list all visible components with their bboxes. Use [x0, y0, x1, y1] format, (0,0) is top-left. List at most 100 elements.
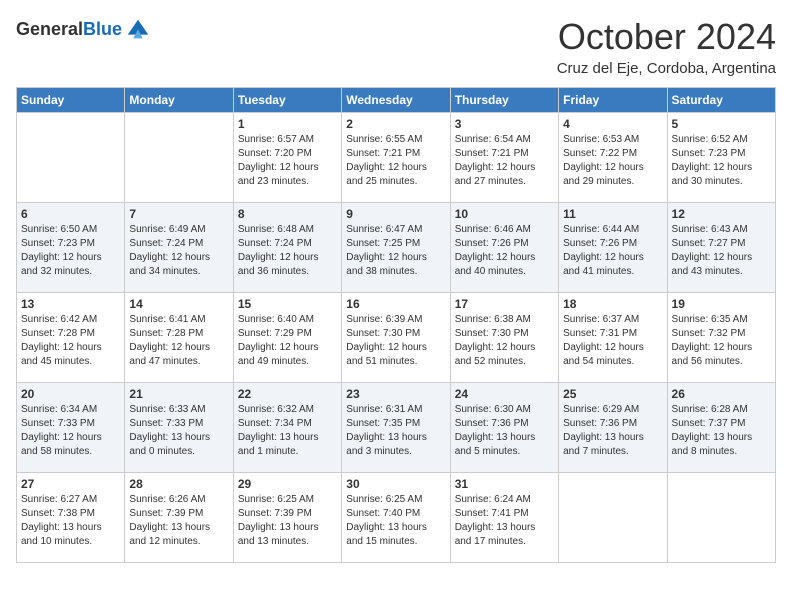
day-cell: 9 Sunrise: 6:47 AMSunset: 7:25 PMDaylight…: [342, 203, 450, 293]
day-info: Sunrise: 6:24 AMSunset: 7:41 PMDaylight:…: [455, 493, 554, 549]
day-cell: 21 Sunrise: 6:33 AMSunset: 7:33 PMDayligh…: [125, 383, 233, 473]
day-cell: [667, 473, 775, 563]
day-info: Sunrise: 6:35 AMSunset: 7:32 PMDaylight:…: [672, 313, 771, 369]
day-cell: 8 Sunrise: 6:48 AMSunset: 7:24 PMDaylight…: [233, 203, 341, 293]
day-number: 3: [455, 117, 554, 131]
day-info: Sunrise: 6:50 AMSunset: 7:23 PMDaylight:…: [21, 223, 120, 279]
day-number: 16: [346, 297, 445, 311]
day-info: Sunrise: 6:53 AMSunset: 7:22 PMDaylight:…: [563, 133, 662, 189]
day-number: 28: [129, 477, 228, 491]
day-cell: 22 Sunrise: 6:32 AMSunset: 7:34 PMDayligh…: [233, 383, 341, 473]
day-cell: 16 Sunrise: 6:39 AMSunset: 7:30 PMDayligh…: [342, 293, 450, 383]
day-number: 1: [238, 117, 337, 131]
day-cell: 7 Sunrise: 6:49 AMSunset: 7:24 PMDaylight…: [125, 203, 233, 293]
day-cell: 15Sunrise: 6:40 AMSunset: 7:29 PMDayligh…: [233, 293, 341, 383]
day-info: Sunrise: 6:48 AMSunset: 7:24 PMDaylight:…: [238, 223, 337, 279]
title-block: October 2024 Cruz del Eje, Cordoba, Arge…: [557, 16, 776, 77]
day-info: Sunrise: 6:27 AMSunset: 7:38 PMDaylight:…: [21, 493, 120, 549]
day-cell: 27Sunrise: 6:27 AMSunset: 7:38 PMDayligh…: [17, 473, 125, 563]
week-row-3: 13 Sunrise: 6:42 AMSunset: 7:28 PMDayligh…: [17, 293, 776, 383]
day-number: 25: [563, 387, 662, 401]
day-cell: 26Sunrise: 6:28 AMSunset: 7:37 PMDayligh…: [667, 383, 775, 473]
day-info: Sunrise: 6:42 AMSunset: 7:28 PMDaylight:…: [21, 313, 120, 369]
day-number: 18: [563, 297, 662, 311]
day-cell: 29 Sunrise: 6:25 AMSunset: 7:39 PMDayligh…: [233, 473, 341, 563]
logo-icon: [124, 16, 152, 44]
day-number: 4: [563, 117, 662, 131]
day-number: 5: [672, 117, 771, 131]
day-number: 6: [21, 207, 120, 221]
calendar-container: GeneralBlue October 2024 Cruz del Eje, C…: [0, 0, 792, 573]
day-cell: 28 Sunrise: 6:26 AMSunset: 7:39 PMDayligh…: [125, 473, 233, 563]
day-info: Sunrise: 6:31 AMSunset: 7:35 PMDaylight:…: [346, 403, 445, 459]
day-info: Sunrise: 6:32 AMSunset: 7:34 PMDaylight:…: [238, 403, 337, 459]
calendar-table: SundayMondayTuesdayWednesdayThursdayFrid…: [16, 87, 776, 563]
day-info: Sunrise: 6:26 AMSunset: 7:39 PMDaylight:…: [129, 493, 228, 549]
day-info: Sunrise: 6:52 AMSunset: 7:23 PMDaylight:…: [672, 133, 771, 189]
day-cell: 5 Sunrise: 6:52 AMSunset: 7:23 PMDaylight…: [667, 113, 775, 203]
week-row-5: 27Sunrise: 6:27 AMSunset: 7:38 PMDayligh…: [17, 473, 776, 563]
week-row-1: 1 Sunrise: 6:57 AMSunset: 7:20 PMDaylight…: [17, 113, 776, 203]
day-info: Sunrise: 6:38 AMSunset: 7:30 PMDaylight:…: [455, 313, 554, 369]
day-info: Sunrise: 6:33 AMSunset: 7:33 PMDaylight:…: [129, 403, 228, 459]
day-number: 13: [21, 297, 120, 311]
day-cell: 12 Sunrise: 6:43 AMSunset: 7:27 PMDayligh…: [667, 203, 775, 293]
day-cell: 24Sunrise: 6:30 AMSunset: 7:36 PMDayligh…: [450, 383, 558, 473]
day-cell: 11Sunrise: 6:44 AMSunset: 7:26 PMDayligh…: [559, 203, 667, 293]
day-info: Sunrise: 6:57 AMSunset: 7:20 PMDaylight:…: [238, 133, 337, 189]
day-cell: 25 Sunrise: 6:29 AMSunset: 7:36 PMDayligh…: [559, 383, 667, 473]
day-info: Sunrise: 6:49 AMSunset: 7:24 PMDaylight:…: [129, 223, 228, 279]
col-header-wednesday: Wednesday: [342, 88, 450, 113]
col-header-thursday: Thursday: [450, 88, 558, 113]
day-info: Sunrise: 6:54 AMSunset: 7:21 PMDaylight:…: [455, 133, 554, 189]
day-info: Sunrise: 6:43 AMSunset: 7:27 PMDaylight:…: [672, 223, 771, 279]
day-cell: 31 Sunrise: 6:24 AMSunset: 7:41 PMDayligh…: [450, 473, 558, 563]
month-title: October 2024: [557, 16, 776, 58]
day-info: Sunrise: 6:39 AMSunset: 7:30 PMDaylight:…: [346, 313, 445, 369]
day-info: Sunrise: 6:55 AMSunset: 7:21 PMDaylight:…: [346, 133, 445, 189]
col-header-saturday: Saturday: [667, 88, 775, 113]
day-number: 17: [455, 297, 554, 311]
day-number: 31: [455, 477, 554, 491]
day-cell: 20Sunrise: 6:34 AMSunset: 7:33 PMDayligh…: [17, 383, 125, 473]
day-cell: [559, 473, 667, 563]
col-header-friday: Friday: [559, 88, 667, 113]
logo: GeneralBlue: [16, 16, 152, 44]
day-number: 21: [129, 387, 228, 401]
day-info: Sunrise: 6:37 AMSunset: 7:31 PMDaylight:…: [563, 313, 662, 369]
day-number: 10: [455, 207, 554, 221]
col-header-monday: Monday: [125, 88, 233, 113]
day-number: 7: [129, 207, 228, 221]
header-row: SundayMondayTuesdayWednesdayThursdayFrid…: [17, 88, 776, 113]
col-header-sunday: Sunday: [17, 88, 125, 113]
day-info: Sunrise: 6:25 AMSunset: 7:40 PMDaylight:…: [346, 493, 445, 549]
day-info: Sunrise: 6:29 AMSunset: 7:36 PMDaylight:…: [563, 403, 662, 459]
day-cell: [17, 113, 125, 203]
day-number: 8: [238, 207, 337, 221]
day-number: 12: [672, 207, 771, 221]
day-cell: 13 Sunrise: 6:42 AMSunset: 7:28 PMDayligh…: [17, 293, 125, 383]
week-row-4: 20Sunrise: 6:34 AMSunset: 7:33 PMDayligh…: [17, 383, 776, 473]
day-number: 26: [672, 387, 771, 401]
day-info: Sunrise: 6:25 AMSunset: 7:39 PMDaylight:…: [238, 493, 337, 549]
location-title: Cruz del Eje, Cordoba, Argentina: [557, 60, 776, 77]
day-number: 2: [346, 117, 445, 131]
day-cell: 2 Sunrise: 6:55 AMSunset: 7:21 PMDaylight…: [342, 113, 450, 203]
day-info: Sunrise: 6:44 AMSunset: 7:26 PMDaylight:…: [563, 223, 662, 279]
day-cell: 18 Sunrise: 6:37 AMSunset: 7:31 PMDayligh…: [559, 293, 667, 383]
day-cell: 14Sunrise: 6:41 AMSunset: 7:28 PMDayligh…: [125, 293, 233, 383]
day-info: Sunrise: 6:41 AMSunset: 7:28 PMDaylight:…: [129, 313, 228, 369]
day-number: 20: [21, 387, 120, 401]
day-number: 19: [672, 297, 771, 311]
day-cell: 10Sunrise: 6:46 AMSunset: 7:26 PMDayligh…: [450, 203, 558, 293]
logo-blue-text: Blue: [83, 19, 122, 39]
day-cell: 4 Sunrise: 6:53 AMSunset: 7:22 PMDaylight…: [559, 113, 667, 203]
day-number: 29: [238, 477, 337, 491]
day-cell: 19 Sunrise: 6:35 AMSunset: 7:32 PMDayligh…: [667, 293, 775, 383]
day-number: 9: [346, 207, 445, 221]
header: GeneralBlue October 2024 Cruz del Eje, C…: [16, 16, 776, 77]
day-number: 22: [238, 387, 337, 401]
day-info: Sunrise: 6:47 AMSunset: 7:25 PMDaylight:…: [346, 223, 445, 279]
day-cell: [125, 113, 233, 203]
day-number: 15: [238, 297, 337, 311]
